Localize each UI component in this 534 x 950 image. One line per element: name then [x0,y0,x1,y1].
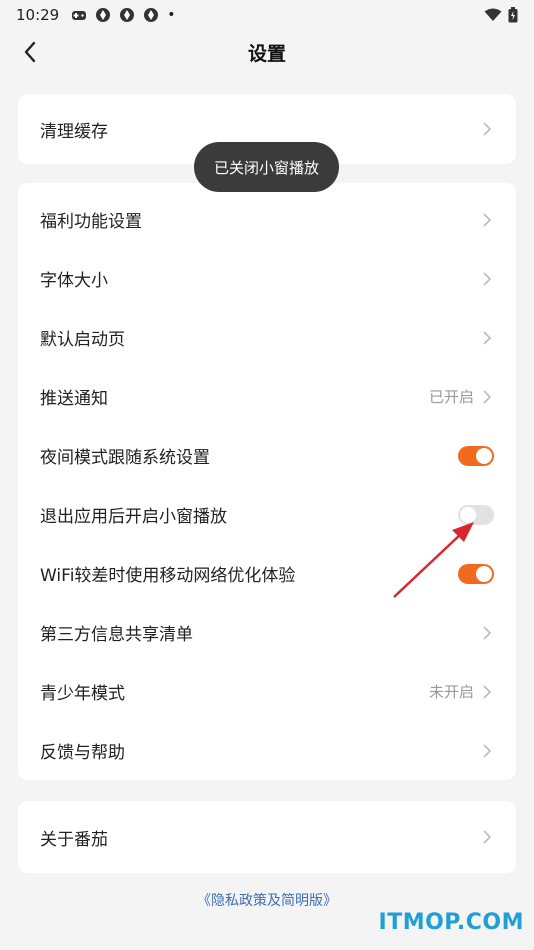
wifi-optimize-toggle[interactable] [458,563,494,584]
night-mode-toggle[interactable] [458,445,494,466]
chevron-right-icon [482,271,494,286]
chevron-right-icon [482,212,494,227]
row-value: 未开启 [428,683,474,701]
row-wifi-mobile-optimize: WiFi较差时使用移动网络优化体验 [18,544,516,603]
row-label: 退出应用后开启小窗播放 [40,507,227,527]
row-about-app[interactable]: 关于番茄 [18,801,516,873]
settings-card-main: 福利功能设置 字体大小 默认启动页 推送通知 已开启 夜间模式跟随系统设置 退出… [18,183,516,780]
row-label: 夜间模式跟随系统设置 [40,448,210,468]
app-notification-icon [144,8,159,22]
row-label: 第三方信息共享清单 [40,625,193,645]
wifi-icon [484,8,502,21]
row-feedback-help[interactable]: 反馈与帮助 [18,721,516,780]
status-bar: 10:29 • [0,0,534,30]
row-label: 关于番茄 [40,829,108,850]
app-notification-icon [120,8,135,22]
status-notification-icons: • [71,7,176,23]
row-floating-window-playback: 退出应用后开启小窗播放 [18,485,516,544]
row-welfare-settings[interactable]: 福利功能设置 [18,190,516,249]
row-label: 默认启动页 [40,330,125,350]
status-time: 10:29 [16,6,60,24]
row-push-notification[interactable]: 推送通知 已开启 [18,367,516,426]
chevron-right-icon [482,389,494,404]
row-label: WiFi较差时使用移动网络优化体验 [40,566,296,586]
chevron-right-icon [482,743,494,758]
toast-text: 已关闭小窗播放 [213,158,319,177]
row-font-size[interactable]: 字体大小 [18,249,516,308]
chevron-right-icon [482,830,494,844]
watermark-logo: ITMOP.COM [378,910,524,935]
floating-window-toggle[interactable] [458,504,494,525]
row-default-start-page[interactable]: 默认启动页 [18,308,516,367]
row-label: 清理缓存 [40,121,108,142]
row-label: 福利功能设置 [40,212,142,232]
privacy-policy-link[interactable]: 《隐私政策及简明版》 [0,890,534,910]
row-night-mode-follow-system: 夜间模式跟随系统设置 [18,426,516,485]
settings-card-about: 关于番茄 [18,801,516,873]
row-teen-mode[interactable]: 青少年模式 未开启 [18,662,516,721]
toggle-knob [460,506,476,523]
row-label: 青少年模式 [40,684,125,704]
toggle-knob [476,565,492,582]
chevron-right-icon [482,330,494,345]
row-label: 推送通知 [40,389,108,409]
battery-icon [508,7,518,23]
row-label: 反馈与帮助 [40,743,125,763]
more-notifications-dot: • [167,7,176,23]
chevron-right-icon [482,122,494,136]
status-right-icons [484,7,518,23]
row-third-party-sharing-list[interactable]: 第三方信息共享清单 [18,603,516,662]
row-value: 已开启 [428,388,474,406]
toast-message: 已关闭小窗播放 [194,142,339,192]
chevron-right-icon [482,625,494,640]
toggle-knob [476,447,492,464]
row-label: 字体大小 [40,271,108,291]
chevron-right-icon [482,684,494,699]
game-controller-icon [72,11,87,20]
page-title: 设置 [247,42,286,65]
app-notification-icon [96,8,111,22]
back-arrow-icon [24,41,36,63]
back-button[interactable] [14,36,46,68]
nav-bar: 设置 [0,30,534,74]
